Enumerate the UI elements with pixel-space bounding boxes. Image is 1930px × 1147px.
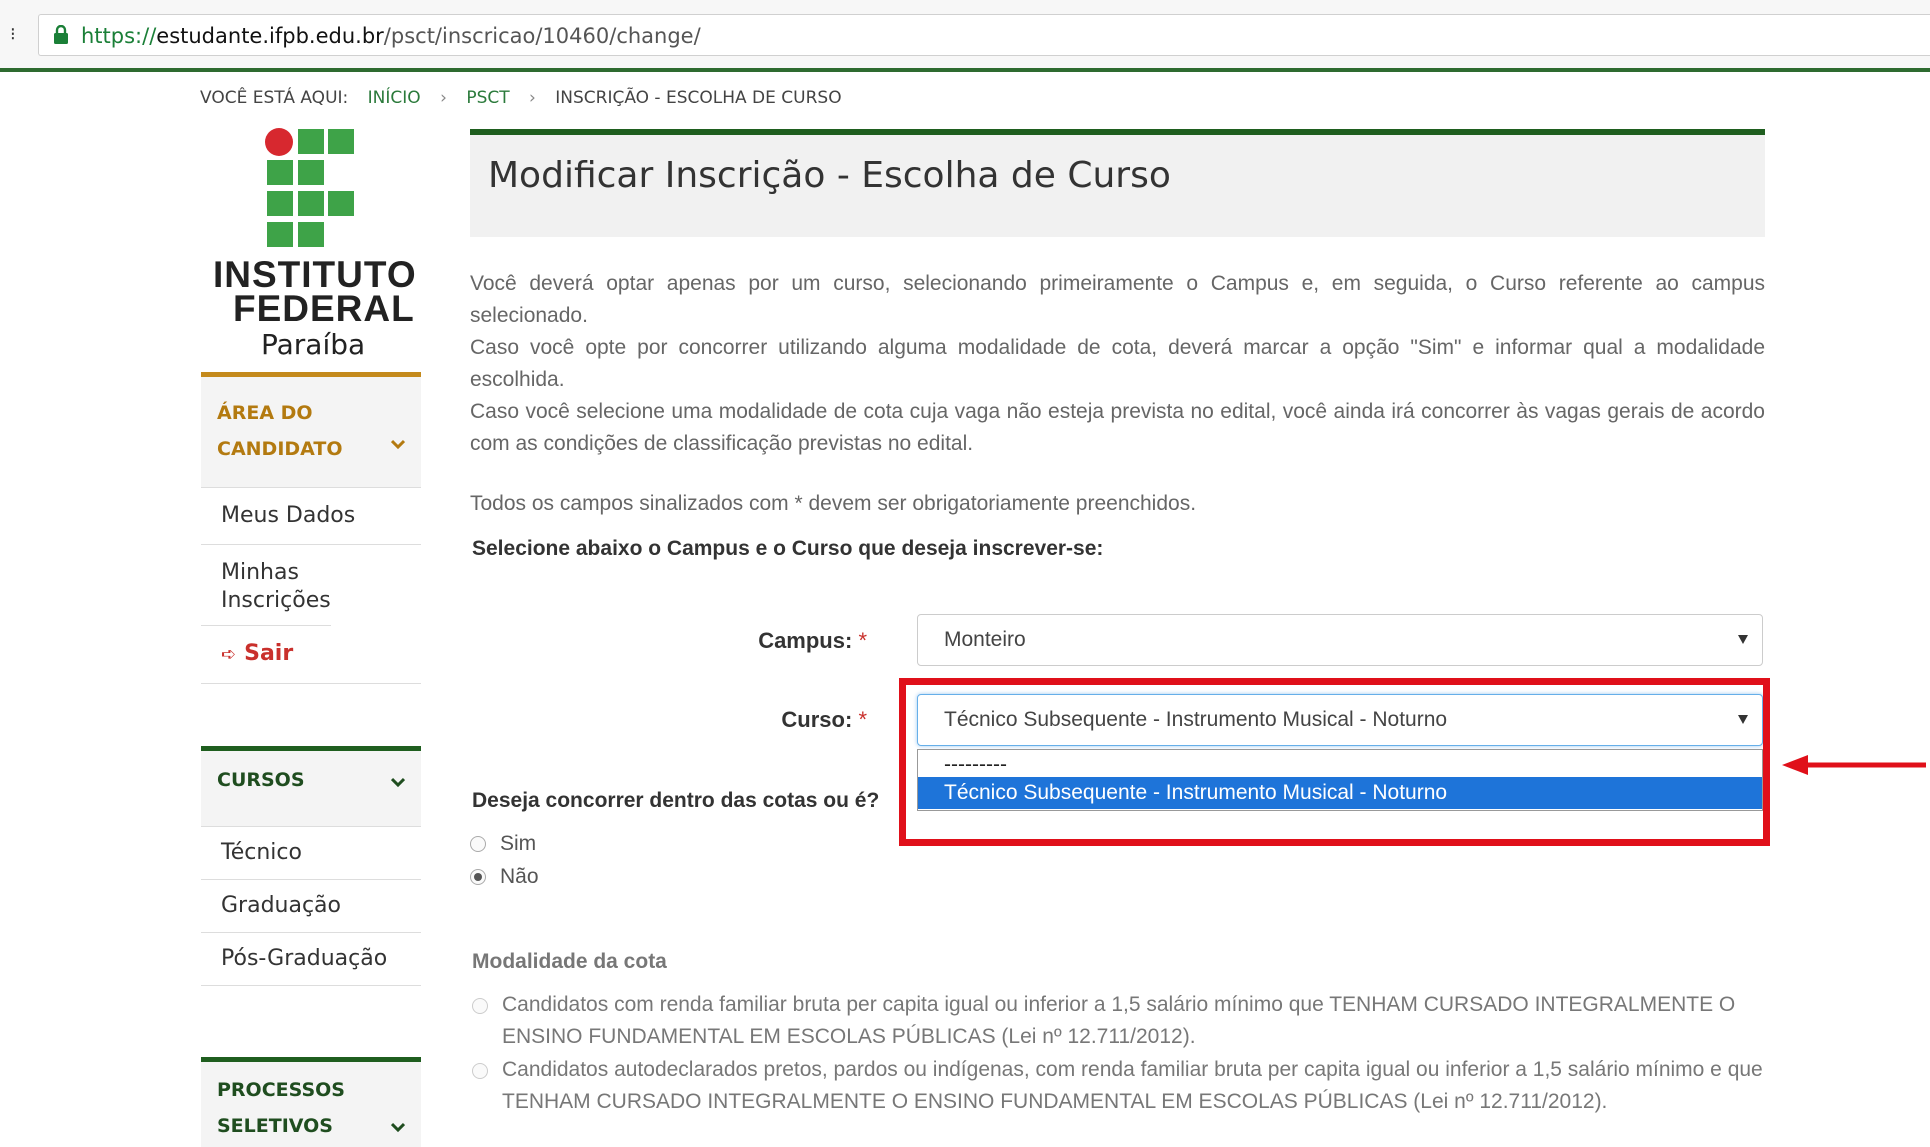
breadcrumb-current: INSCRIÇÃO - ESCOLHA DE CURSO: [555, 88, 842, 108]
logo-square: [298, 129, 324, 154]
sidebar-item-pos-graduacao[interactable]: Pós-Graduação: [201, 933, 421, 986]
curso-label: Curso: *: [781, 707, 867, 732]
logo-red-dot: [265, 128, 293, 156]
radio-sim-label: Sim: [500, 832, 537, 855]
radio-cota-1[interactable]: [472, 998, 488, 1014]
cota-option[interactable]: Candidatos com renda familiar bruta per …: [470, 989, 1770, 1053]
sidebar-area-candidato: ÁREA DO CANDIDATO Meus Dados Minhas Insc…: [201, 372, 421, 684]
sidebar-item-meus-dados[interactable]: Meus Dados: [201, 488, 421, 545]
sidebar-item-tecnico[interactable]: Técnico: [201, 827, 421, 880]
select-course-heading: Selecione abaixo o Campus e o Curso que …: [472, 537, 1104, 560]
highlight-box: [899, 678, 1770, 846]
breadcrumb-psct-link[interactable]: PSCT: [466, 88, 509, 108]
page-title-box: Modificar Inscrição - Escolha de Curso: [470, 129, 1765, 237]
cota-option-1-text: Candidatos com renda familiar bruta per …: [502, 993, 1736, 1048]
logo-square: [328, 191, 354, 216]
chevron-down-icon: [391, 777, 405, 788]
chevron-down-icon: [391, 1122, 405, 1133]
url-field[interactable]: https://estudante.ifpb.edu.br/psct/inscr…: [38, 14, 1930, 56]
breadcrumb-separator: ›: [529, 88, 536, 108]
sidebar-processos-seletivos: PROCESSOS SELETIVOS: [201, 1057, 421, 1147]
sidebar-area-title-line2: CANDIDATO: [217, 438, 343, 460]
logo-text-paraiba: Paraíba: [261, 328, 366, 361]
radio-nao-label: Não: [500, 865, 539, 888]
dropdown-arrow-icon: [1738, 635, 1748, 644]
logo-square: [267, 222, 293, 247]
breadcrumb-inicio-link[interactable]: INÍCIO: [368, 88, 421, 108]
sidebar-area-title-line1: ÁREA DO: [217, 402, 313, 424]
radio-sim-row[interactable]: Sim: [470, 832, 536, 856]
sidebar-item-sair-label: Sair: [244, 641, 294, 666]
lock-icon: [54, 25, 68, 44]
intro-text: Você deverá optar apenas por um curso, s…: [470, 268, 1765, 460]
radio-nao-row[interactable]: Não: [470, 865, 539, 889]
logo-square: [328, 129, 354, 154]
logo-square: [267, 191, 293, 216]
radio-cota-2[interactable]: [472, 1063, 488, 1079]
sidebar-section-header-area[interactable]: ÁREA DO CANDIDATO: [201, 372, 421, 487]
breadcrumb: VOCÊ ESTÁ AQUI: INÍCIO › PSCT › INSCRIÇÃ…: [200, 88, 842, 108]
sidebar-section-header-cursos[interactable]: CURSOS: [201, 746, 421, 826]
intro-paragraph-2: Caso você opte por concorrer utilizando …: [470, 336, 1765, 391]
chevron-down-icon: [391, 439, 405, 450]
radio-sim[interactable]: [470, 836, 486, 853]
browser-address-bar: ⁝ https://estudante.ifpb.edu.br/psct/ins…: [0, 0, 1930, 72]
url-text: https://estudante.ifpb.edu.br/psct/inscr…: [81, 24, 701, 48]
page-title: Modificar Inscrição - Escolha de Curso: [488, 155, 1171, 196]
breadcrumb-separator: ›: [440, 88, 447, 108]
logo-text-federal: FEDERAL: [233, 288, 415, 329]
logo-square: [298, 191, 324, 216]
logo-square: [298, 222, 324, 247]
modalidade-heading: Modalidade da cota: [472, 950, 667, 973]
sidebar-item-graduacao[interactable]: Graduação: [201, 880, 421, 933]
logo-square: [267, 160, 293, 185]
sign-out-icon: ➪: [221, 644, 237, 665]
cota-question: Deseja concorrer dentro das cotas ou é?: [472, 789, 880, 812]
sidebar-cursos: CURSOS Técnico Graduação Pós-Graduação: [201, 746, 421, 986]
required-fields-note: Todos os campos sinalizados com * devem …: [470, 492, 1197, 515]
cota-option[interactable]: Candidatos autodeclarados pretos, pardos…: [470, 1054, 1770, 1118]
radio-nao[interactable]: [470, 869, 486, 886]
intro-paragraph-1: Você deverá optar apenas por um curso, s…: [470, 272, 1765, 327]
sidebar-cursos-title: CURSOS: [217, 769, 305, 791]
campus-label: Campus: *: [758, 628, 867, 653]
intro-paragraph-3: Caso você selecione uma modalidade de co…: [470, 400, 1765, 455]
campus-select-value: Monteiro: [944, 628, 1026, 651]
logo-square: [298, 160, 324, 185]
campus-select[interactable]: Monteiro: [917, 614, 1763, 666]
logo-text-instituto: INSTITUTO: [213, 254, 417, 295]
arrow-left-icon: [1782, 755, 1926, 775]
sidebar-item-minhas-inscricoes[interactable]: Minhas Inscrições: [201, 545, 331, 626]
breadcrumb-prefix: VOCÊ ESTÁ AQUI:: [200, 88, 349, 108]
sidebar-section-header-processos[interactable]: PROCESSOS SELETIVOS: [201, 1057, 421, 1147]
sidebar-processos-title-line1: PROCESSOS: [217, 1079, 345, 1101]
sidebar-item-sair[interactable]: ➪ Sair: [201, 626, 421, 684]
cota-option-2-text: Candidatos autodeclarados pretos, pardos…: [502, 1058, 1763, 1113]
browser-edge-glyph: ⁝: [10, 24, 16, 44]
